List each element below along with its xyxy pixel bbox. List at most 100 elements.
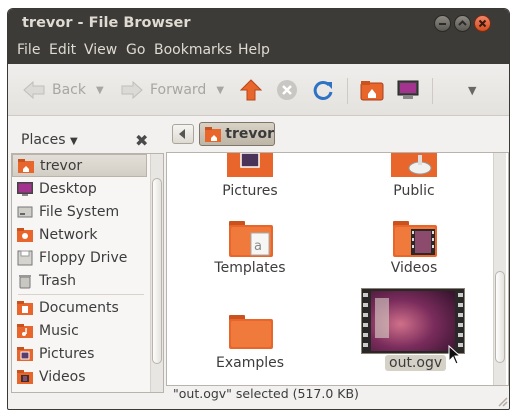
sidebar-item-label: Floppy Drive xyxy=(39,249,128,266)
sidebar-item-trash[interactable]: Trash xyxy=(12,269,147,292)
folder-icon xyxy=(229,315,273,349)
menu-bookmarks[interactable]: Bookmarks xyxy=(154,42,232,58)
menu-view[interactable]: View xyxy=(84,42,117,58)
status-bar: "out.ogv" selected (517.0 KB) xyxy=(173,386,359,401)
sidebar-item-desktop[interactable]: Desktop xyxy=(12,177,147,200)
minimize-icon xyxy=(439,23,446,25)
sidebar-item-network[interactable]: Network xyxy=(12,223,147,246)
desktop-icon xyxy=(17,181,33,196)
home-folder-icon xyxy=(18,158,34,173)
toolbar-separator xyxy=(432,78,433,104)
sidebar-item-label: File System xyxy=(39,203,120,220)
file-label: Public xyxy=(393,183,435,199)
title-bar[interactable]: trevor - File Browser xyxy=(8,9,509,38)
computer-icon xyxy=(397,80,419,99)
toolbar-overflow-icon[interactable]: ▼ xyxy=(468,79,476,101)
sidebar-item-documents[interactable]: Documents xyxy=(12,296,147,319)
reload-icon xyxy=(313,80,333,100)
sidebar-header: Places ▼ ✖ xyxy=(8,117,163,153)
up-arrow-icon xyxy=(240,79,262,101)
menu-go[interactable]: Go xyxy=(126,42,145,58)
forward-dropdown-icon[interactable]: ▼ xyxy=(216,85,224,96)
file-label: Videos xyxy=(390,260,438,276)
trash-icon xyxy=(19,274,31,288)
back-arrow-icon xyxy=(23,80,45,100)
home-button[interactable] xyxy=(360,79,384,101)
chevron-down-icon: ▼ xyxy=(69,136,78,147)
toolbar-separator xyxy=(347,78,348,104)
file-label: Templates xyxy=(214,260,286,276)
sidebar-item-music[interactable]: Music xyxy=(12,319,147,342)
close-icon xyxy=(478,19,487,28)
sidebar-item-floppy-drive[interactable]: Floppy Drive xyxy=(12,246,147,269)
up-button[interactable] xyxy=(240,79,262,101)
close-button[interactable] xyxy=(474,15,491,32)
sidebar-separator xyxy=(18,294,144,295)
menu-edit[interactable]: Edit xyxy=(49,42,76,58)
breadcrumb-label: trevor xyxy=(225,126,274,142)
sidebar-item-pictures[interactable]: Pictures xyxy=(12,342,147,365)
pictures-folder-icon xyxy=(227,153,273,177)
mouse-cursor-icon xyxy=(448,345,462,365)
resize-grip-icon[interactable] xyxy=(496,395,508,407)
sidebar-item-label: Network xyxy=(39,226,98,243)
toolbar: Back ▼ Forward ▼ ▼ xyxy=(8,64,509,116)
file-label-selected: out.ogv xyxy=(385,355,447,371)
file-label: Pictures xyxy=(222,183,278,199)
floppy-icon xyxy=(17,250,33,265)
computer-button[interactable] xyxy=(396,79,420,101)
back-button[interactable]: Back ▼ xyxy=(22,79,104,101)
menu-file[interactable]: File xyxy=(17,42,40,58)
videos-folder-icon xyxy=(17,369,33,384)
forward-label: Forward xyxy=(150,82,207,98)
sidebar-scroll-thumb[interactable] xyxy=(152,178,162,364)
public-folder-icon xyxy=(391,153,437,177)
places-dropdown[interactable]: Places ▼ xyxy=(21,132,78,148)
places-label: Places xyxy=(21,132,66,148)
sidebar-close-icon[interactable]: ✖ xyxy=(135,131,148,150)
home-folder-icon xyxy=(360,81,384,101)
breadcrumb-trevor[interactable]: trevor xyxy=(199,122,275,146)
sidebar-item-label: Desktop xyxy=(39,180,97,197)
documents-folder-icon xyxy=(17,300,33,315)
places-sidebar: trevor Desktop File System Network Flopp… xyxy=(11,153,164,393)
sidebar-item-label: trevor xyxy=(40,157,83,174)
file-label: Examples xyxy=(215,355,285,371)
file-view: Pictures Public a Templates Videos Examp… xyxy=(166,152,509,386)
sidebar-item-trevor[interactable]: trevor xyxy=(12,154,147,177)
window-title: trevor - File Browser xyxy=(22,15,191,31)
minimize-button[interactable] xyxy=(434,15,451,32)
svg-text:a: a xyxy=(254,239,262,254)
sidebar-item-videos[interactable]: Videos xyxy=(12,365,147,388)
sidebar-scrollbar[interactable] xyxy=(150,154,163,392)
network-icon xyxy=(17,227,33,242)
reload-button[interactable] xyxy=(312,79,334,101)
forward-button[interactable]: Forward ▼ xyxy=(120,79,224,101)
templates-folder-icon: a xyxy=(229,221,273,257)
menu-bar: File Edit View Go Bookmarks Help xyxy=(8,38,509,64)
pictures-folder-icon xyxy=(17,346,33,361)
music-folder-icon xyxy=(17,323,33,338)
home-folder-icon xyxy=(205,127,222,142)
stop-icon xyxy=(277,80,297,100)
sidebar-item-label: Trash xyxy=(39,272,76,289)
path-bar: trevor xyxy=(168,119,508,149)
path-back-button[interactable] xyxy=(172,124,194,144)
sidebar-item-label: Pictures xyxy=(39,345,95,362)
maximize-button[interactable] xyxy=(454,15,471,32)
videos-folder-icon xyxy=(393,221,437,257)
menu-help[interactable]: Help xyxy=(238,42,270,58)
back-label: Back xyxy=(52,82,86,98)
file-view-scroll-thumb[interactable] xyxy=(495,271,505,363)
sidebar-item-label: Documents xyxy=(39,299,119,316)
drive-icon xyxy=(17,206,33,217)
file-view-scrollbar[interactable] xyxy=(493,153,506,385)
sidebar-item-file-system[interactable]: File System xyxy=(12,200,147,223)
back-dropdown-icon[interactable]: ▼ xyxy=(96,85,104,96)
sidebar-item-label: Music xyxy=(39,322,79,339)
path-left-arrow-icon xyxy=(179,129,185,139)
maximize-icon xyxy=(458,20,467,26)
stop-button[interactable] xyxy=(276,79,298,101)
sidebar-item-label: Videos xyxy=(39,368,86,385)
file-browser-window: trevor - File Browser File Edit View Go … xyxy=(7,8,510,410)
